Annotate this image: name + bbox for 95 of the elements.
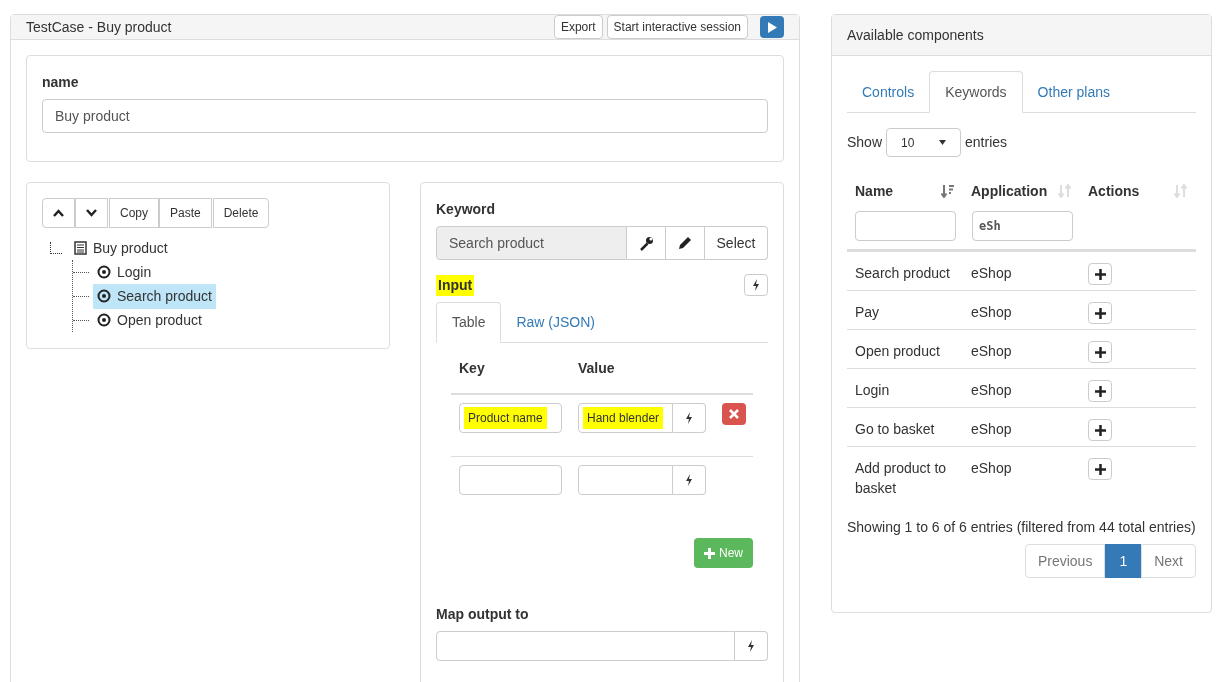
lightning-icon (685, 474, 693, 486)
value-text: Hand blender (583, 407, 664, 429)
table-cell-text: Search product (855, 264, 951, 283)
value-input[interactable]: Hand blender (578, 403, 673, 433)
plus-icon (1094, 463, 1106, 475)
table-cell-text: Add product to basket (855, 459, 948, 498)
chevron-down-icon (86, 209, 97, 217)
table-cell-text: eShop (971, 459, 1013, 478)
add-button[interactable] (1088, 419, 1112, 441)
move-down-button[interactable] (75, 198, 108, 228)
wrench-button[interactable] (627, 226, 666, 260)
input-tab[interactable]: Table (436, 302, 502, 343)
tree-node[interactable]: Login (93, 259, 156, 285)
tree-node[interactable]: Search product (93, 283, 216, 309)
add-button[interactable] (1088, 263, 1112, 285)
pagination-button[interactable]: Previous (1024, 544, 1106, 578)
tree-node[interactable]: Buy product (70, 235, 172, 261)
table-cell-text: eShop (971, 303, 1013, 322)
header-button[interactable]: Export (553, 15, 603, 39)
show-label: Show (847, 133, 883, 152)
add-button[interactable] (1088, 458, 1112, 480)
target-icon (97, 289, 111, 303)
table-cell-text: eShop (971, 381, 1013, 400)
caret-icon (939, 140, 947, 145)
keyword-input[interactable]: Search product (436, 226, 627, 260)
keyword-label: Keyword (436, 200, 497, 219)
target-icon (97, 265, 111, 279)
entries-label: entries (965, 133, 1008, 152)
dynamic-toggle-button[interactable] (744, 274, 768, 296)
plus-icon (1094, 385, 1106, 397)
add-button[interactable] (1088, 380, 1112, 402)
move-up-button[interactable] (42, 198, 75, 228)
play-icon (767, 21, 777, 33)
page-button[interactable]: 1 (1105, 544, 1142, 578)
key-input[interactable] (459, 465, 562, 495)
lightning-icon (747, 640, 755, 652)
tree-node[interactable]: Open product (93, 307, 206, 333)
select-button[interactable]: Select (705, 226, 768, 260)
table-cell-text: Open product (855, 342, 941, 361)
table-cell-text: eShop (971, 264, 1013, 283)
panel-title: TestCase - Buy product (26, 17, 173, 37)
pagination-button[interactable]: Next (1141, 544, 1196, 578)
remove-button[interactable] (722, 403, 746, 425)
close-icon (729, 409, 739, 419)
name-input[interactable]: Buy product (42, 99, 768, 133)
column-header[interactable]: Name (855, 180, 894, 202)
name-label: name (42, 73, 80, 92)
key-value: Product name (464, 407, 547, 429)
table-cell-text: Go to basket (855, 420, 936, 439)
column-filter-input[interactable]: eSh (972, 211, 1073, 241)
column-header: Key (458, 358, 486, 378)
key-input[interactable]: Product name (459, 403, 562, 433)
plus-icon (1094, 424, 1106, 436)
table-cell-text: Login (855, 381, 891, 400)
table-info: Showing 1 to 6 of 6 entries (filtered from 44 total entries) (847, 518, 1196, 537)
page-size-select[interactable]: 10 (886, 128, 962, 157)
wrench-icon (638, 235, 654, 251)
toolbar-button[interactable]: Delete (212, 198, 270, 228)
sort-icon[interactable] (941, 184, 955, 198)
plus-icon (1094, 268, 1106, 280)
edit-button[interactable] (666, 226, 705, 260)
table-cell-text: eShop (971, 420, 1013, 439)
dynamic-button[interactable] (673, 403, 706, 433)
plus-icon (1094, 346, 1106, 358)
output-input[interactable] (436, 631, 735, 661)
play-button[interactable] (760, 16, 784, 38)
column-header[interactable]: Actions (1088, 180, 1140, 202)
column-header[interactable]: Application (971, 180, 1048, 202)
toolbar-button[interactable]: Copy (109, 198, 159, 228)
dynamic-button[interactable] (673, 465, 706, 495)
plus-icon (704, 547, 715, 559)
value-input[interactable] (578, 465, 673, 495)
header-button[interactable]: Start interactive session (606, 15, 748, 39)
document-icon (74, 241, 87, 255)
target-icon (97, 313, 111, 327)
lightning-icon (685, 412, 693, 424)
toolbar-button[interactable]: Paste (159, 198, 212, 228)
component-tab[interactable]: Keywords (929, 71, 1023, 113)
panel-title: Available components (847, 25, 984, 45)
add-button[interactable] (1088, 302, 1112, 324)
table-cell-text: Pay (855, 303, 881, 322)
input-tab[interactable]: Raw (JSON) (501, 302, 611, 343)
chevron-up-icon (53, 209, 64, 217)
component-tab[interactable]: Controls (847, 71, 930, 113)
add-button[interactable] (1088, 341, 1112, 363)
component-tab[interactable]: Other plans (1022, 71, 1125, 113)
column-header: Value (577, 358, 615, 378)
column-filter-input[interactable] (855, 211, 956, 241)
table-cell-text: eShop (971, 342, 1013, 361)
lightning-icon (752, 279, 760, 291)
plus-icon (1094, 307, 1106, 319)
dynamic-button[interactable] (735, 631, 768, 661)
input-label: Input (436, 274, 475, 296)
output-label: Map output to (436, 605, 530, 624)
pencil-icon (678, 236, 692, 250)
